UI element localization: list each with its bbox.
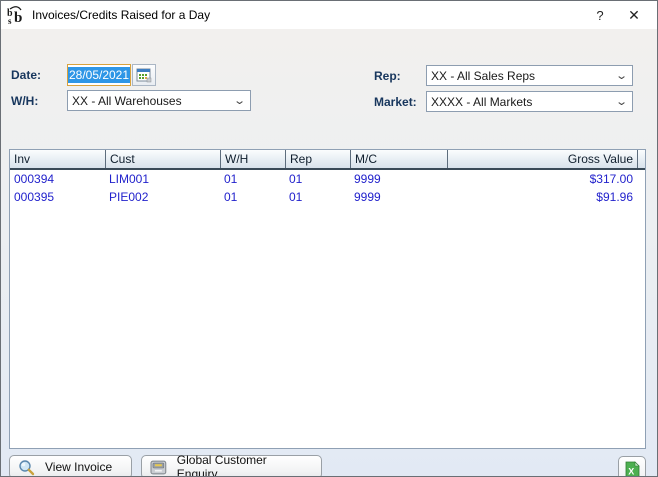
calendar-icon	[136, 68, 152, 83]
close-button[interactable]: ✕	[617, 1, 651, 29]
excel-file-icon: X	[624, 461, 641, 477]
column-header-spacer	[637, 150, 645, 168]
export-to-excel-button[interactable]: X	[618, 456, 646, 477]
svg-text:b: b	[14, 10, 22, 25]
table-cell: PIE002	[105, 188, 220, 206]
table-cell: $317.00	[447, 170, 637, 188]
table-cell: 01	[220, 170, 285, 188]
title-bar: b s b Invoices/Credits Raised for a Day …	[1, 1, 657, 29]
dialog-window: b s b Invoices/Credits Raised for a Day …	[0, 0, 658, 477]
column-header-wh[interactable]: W/H	[220, 150, 285, 168]
cash-drawer-icon	[150, 460, 167, 475]
market-value: XXXX - All Markets	[431, 95, 532, 109]
window-title: Invoices/Credits Raised for a Day	[32, 8, 210, 22]
global-customer-enquiry-label: Global Customer Enquiry	[177, 453, 309, 477]
rep-label: Rep:	[374, 69, 401, 83]
svg-text:X: X	[628, 466, 634, 476]
warehouse-label: W/H:	[11, 94, 38, 108]
table-cell: 000394	[10, 170, 105, 188]
table-cell: LIM001	[105, 170, 220, 188]
table-cell-spacer	[637, 188, 645, 206]
table-row[interactable]: 000394LIM00101019999$317.00	[10, 170, 645, 188]
chevron-down-icon: ⌄	[615, 69, 628, 82]
table-cell: 9999	[350, 188, 447, 206]
help-button[interactable]: ?	[583, 1, 617, 29]
column-header-mc[interactable]: M/C	[350, 150, 447, 168]
table-cell: $91.96	[447, 188, 637, 206]
invoice-table: Inv Cust W/H Rep M/C Gross Value 000394L…	[9, 149, 646, 449]
rep-value: XX - All Sales Reps	[431, 69, 535, 83]
magnifier-icon	[18, 459, 35, 476]
svg-text:s: s	[8, 16, 12, 25]
global-customer-enquiry-button[interactable]: Global Customer Enquiry	[141, 455, 322, 477]
table-cell: 01	[285, 188, 350, 206]
warehouse-select[interactable]: XX - All Warehouses ⌄	[67, 90, 251, 111]
date-value: 28/05/2021	[68, 67, 130, 83]
column-header-cust[interactable]: Cust	[105, 150, 220, 168]
view-invoice-label: View Invoice	[45, 460, 112, 474]
rep-select[interactable]: XX - All Sales Reps ⌄	[426, 65, 633, 86]
date-input[interactable]: 28/05/2021	[67, 64, 131, 86]
table-row[interactable]: 000395PIE00201019999$91.96	[10, 188, 645, 206]
date-field-group: 28/05/2021	[67, 64, 156, 86]
dialog-body: Date: 28/05/2021 W/H: XX - A	[1, 29, 657, 476]
warehouse-value: XX - All Warehouses	[72, 94, 182, 108]
table-cell: 000395	[10, 188, 105, 206]
date-label: Date:	[11, 68, 41, 82]
table-cell-spacer	[637, 170, 645, 188]
market-label: Market:	[374, 95, 417, 109]
table-header-row: Inv Cust W/H Rep M/C Gross Value	[10, 150, 645, 170]
chevron-down-icon: ⌄	[615, 95, 628, 108]
column-header-rep[interactable]: Rep	[285, 150, 350, 168]
table-cell: 01	[285, 170, 350, 188]
column-header-gross-value[interactable]: Gross Value	[447, 150, 637, 168]
calendar-button[interactable]	[132, 64, 156, 86]
chevron-down-icon: ⌄	[233, 94, 246, 107]
column-header-inv[interactable]: Inv	[10, 150, 105, 168]
app-logo-icon: b s b	[6, 5, 26, 25]
table-body: 000394LIM00101019999$317.00000395PIE0020…	[10, 170, 645, 206]
market-select[interactable]: XXXX - All Markets ⌄	[426, 91, 633, 112]
view-invoice-button[interactable]: View Invoice	[9, 455, 132, 477]
table-cell: 01	[220, 188, 285, 206]
table-cell: 9999	[350, 170, 447, 188]
